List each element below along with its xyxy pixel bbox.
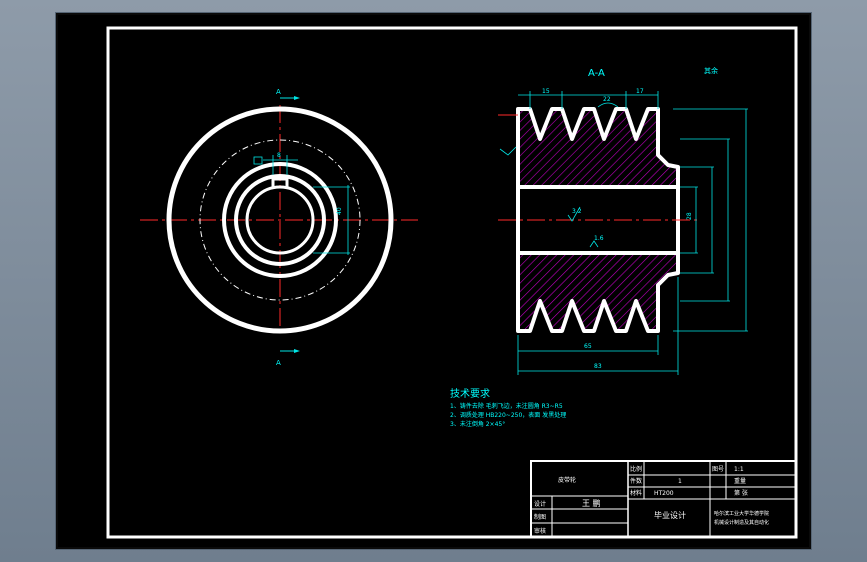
section-label: A-A xyxy=(588,68,605,79)
bore-roughness: 3.2 xyxy=(572,208,582,215)
upper-body xyxy=(516,107,680,189)
datum-box xyxy=(253,156,263,165)
drawing-sheet: 8 40 A A A-A 其余 15 17 22 28 65 83 3.2 1.… xyxy=(106,26,798,539)
label-drawing-no: 图号 xyxy=(712,466,724,473)
bore-dim: 28 xyxy=(686,212,693,220)
label-scale: 比例 xyxy=(630,465,642,473)
label-count: 件数 xyxy=(630,477,642,485)
cad-viewport[interactable]: 8 40 A A A-A 其余 15 17 22 28 65 83 3.2 1.… xyxy=(56,13,811,549)
school-line-2: 机械设计制造及其自动化 xyxy=(714,519,769,526)
pitch-dim: 22 xyxy=(603,96,611,103)
tech-item-2: 2、调质处理 HB220~250，表面 发黑处理 xyxy=(450,411,566,419)
part-name: 皮带轮 xyxy=(558,476,576,484)
tech-item-3: 3、未注倒角 2×45° xyxy=(450,420,505,428)
tech-item-1: 1、铸件去除 毛刺飞边，未注圆角 R3~R5 xyxy=(450,402,563,410)
front-view: 8 40 A A xyxy=(140,88,418,367)
label-material: 材料 xyxy=(630,489,642,497)
technical-requirements: 技术要求 1、铸件去除 毛刺飞边，未注圆角 R3~R5 2、调质处理 HB220… xyxy=(450,387,566,428)
view-arrow-bottom: A xyxy=(276,359,281,367)
title-center: 毕业设计 xyxy=(654,510,686,520)
roughness-note: 其余 xyxy=(704,66,718,75)
label-weight: 重量 xyxy=(734,477,746,485)
val-count: 1 xyxy=(678,478,682,485)
section-view: A-A 其余 15 17 22 28 65 83 3.2 1.6 xyxy=(498,66,748,375)
face-width-dim: 65 xyxy=(584,343,592,350)
label-sheet: 第 张 xyxy=(734,489,748,497)
label-designer: 设计 xyxy=(534,500,546,508)
lower-body xyxy=(516,251,680,333)
hub-dim-label: 40 xyxy=(336,207,343,215)
school-line-1: 哈尔滨工业大学华德学院 xyxy=(714,510,769,517)
groove-dim-right: 17 xyxy=(636,88,644,95)
view-arrow-top: A xyxy=(276,88,281,96)
label-checker: 审核 xyxy=(534,527,546,535)
val-designer: 王 鹏 xyxy=(582,498,601,508)
tech-title: 技术要求 xyxy=(450,387,490,400)
groove-dim-left: 15 xyxy=(542,88,550,95)
val-material: HT200 xyxy=(654,490,674,497)
overall-width-dim: 83 xyxy=(594,363,602,370)
face-roughness: 1.6 xyxy=(594,235,604,242)
label-drafter: 制图 xyxy=(534,513,546,521)
key-width-label: 8 xyxy=(277,152,281,159)
val-scale: 1:1 xyxy=(734,466,744,473)
